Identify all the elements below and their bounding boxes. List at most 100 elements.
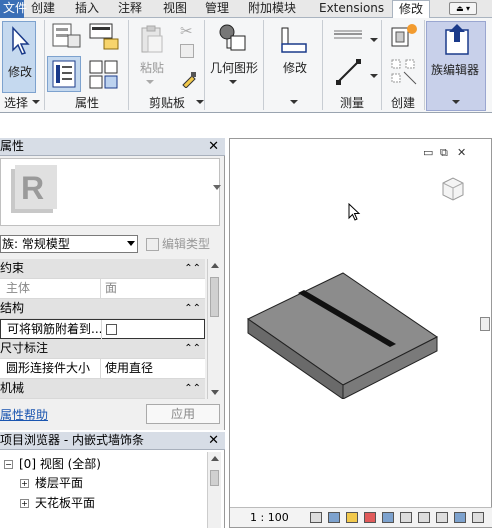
create-parts-icon[interactable]: [390, 58, 420, 89]
paste-icon: [138, 24, 166, 59]
tree-item-ceiling-plans[interactable]: + 天花板平面: [20, 494, 95, 511]
tab-create[interactable]: 创建: [31, 0, 55, 18]
apply-button[interactable]: 应用: [146, 404, 220, 424]
measure-dropdown-1[interactable]: [370, 38, 378, 42]
properties-toggle-button[interactable]: [47, 56, 81, 92]
close-icon[interactable]: ✕: [208, 138, 219, 155]
tab-insert[interactable]: 插入: [75, 0, 99, 18]
properties-help-link[interactable]: 属性帮助: [0, 406, 48, 423]
analysis-display-icon[interactable]: [472, 512, 484, 523]
tab-extensions[interactable]: Extensions: [319, 0, 384, 18]
category-structural[interactable]: 结构 ⌃⌃: [0, 299, 205, 319]
modify-panel-dropdown[interactable]: [290, 100, 298, 104]
copy-icon[interactable]: [180, 44, 194, 58]
measure-along-element-icon[interactable]: [334, 58, 364, 89]
scroll-thumb[interactable]: [480, 317, 490, 331]
category-constraints[interactable]: 约束 ⌃⌃: [0, 259, 205, 279]
scroll-down-icon[interactable]: [211, 390, 219, 395]
temporary-hide-icon[interactable]: [436, 512, 448, 523]
collapse-icon[interactable]: ⌃⌃: [184, 259, 201, 278]
ribbon: 修改 选择 属性 粘贴 ✂ 剪贴板 几何图形 修改 测量 创建 族编辑器: [0, 18, 492, 113]
tab-manage[interactable]: 管理: [205, 0, 229, 18]
property-row-rebar[interactable]: 可将钢筋附着到...: [0, 319, 205, 339]
shadows-icon[interactable]: [364, 512, 376, 523]
properties-grid: 约束 ⌃⌃ 主体 面 结构 ⌃⌃ 可将钢筋附着到... 尺寸标注 ⌃⌃ 圆形连接…: [0, 259, 205, 399]
modify-tools-button[interactable]: 修改: [283, 59, 307, 76]
generic-model-slab[interactable]: [246, 269, 446, 399]
properties-title: 属性: [0, 139, 25, 153]
properties-scrollbar[interactable]: [207, 259, 221, 399]
project-browser-scrollbar[interactable]: [207, 452, 221, 528]
collapse-icon[interactable]: ⌃⌃: [184, 299, 201, 318]
ribbon-minimize-dropdown[interactable]: ⏏ ▾: [449, 2, 477, 15]
scroll-thumb[interactable]: [210, 277, 219, 317]
sun-path-icon[interactable]: [346, 512, 358, 523]
measure-between-refs-icon[interactable]: [332, 28, 366, 45]
measure-dropdown-2[interactable]: [370, 74, 378, 78]
property-value[interactable]: [101, 320, 117, 339]
3d-view-window[interactable]: ▭ ⧉ ✕ 1 : 100: [229, 138, 492, 528]
cursor-arrow-icon: [12, 26, 30, 55]
modify-button[interactable]: [8, 26, 32, 61]
type-selector-value: 族: 常规模型: [2, 237, 70, 251]
family-editor-button[interactable]: 族编辑器: [431, 61, 479, 78]
expand-icon[interactable]: +: [20, 479, 29, 488]
tree-item-floor-plans[interactable]: + 楼层平面: [20, 474, 83, 491]
panel-separator: [322, 20, 323, 110]
unlock-3d-icon[interactable]: [418, 512, 430, 523]
tree-item-views[interactable]: − [0] 视图 (全部): [4, 455, 101, 472]
show-crop-icon[interactable]: [400, 512, 412, 523]
tab-view[interactable]: 视图: [163, 0, 187, 18]
select-panel-dropdown[interactable]: [32, 100, 40, 104]
view-scrollbar[interactable]: [479, 169, 491, 507]
edit-type-icon: [146, 238, 159, 251]
cut-icon[interactable]: ✂: [180, 22, 193, 40]
type-selector[interactable]: 族: 常规模型: [0, 235, 138, 253]
detail-level-icon[interactable]: [310, 512, 322, 523]
tree-item-label: [0] 视图 (全部): [19, 457, 101, 471]
view-scale[interactable]: 1 : 100: [250, 511, 289, 524]
expand-icon[interactable]: +: [20, 499, 29, 508]
panel-separator: [263, 20, 264, 110]
scroll-up-icon[interactable]: [211, 456, 219, 461]
clipboard-panel-dropdown[interactable]: [196, 100, 204, 104]
rebar-checkbox[interactable]: [106, 324, 117, 335]
family-editor-dropdown[interactable]: [452, 100, 460, 104]
crop-view-icon[interactable]: [382, 512, 394, 523]
tab-file[interactable]: 文件: [0, 0, 27, 18]
visual-style-icon[interactable]: [328, 512, 340, 523]
close-icon[interactable]: ✕: [457, 146, 466, 159]
type-properties-icon[interactable]: [50, 21, 82, 54]
reveal-hidden-icon[interactable]: [454, 512, 466, 523]
restore-icon[interactable]: ⧉: [440, 146, 448, 160]
category-label: 约束: [0, 261, 25, 275]
category-dimensions[interactable]: 尺寸标注 ⌃⌃: [0, 339, 205, 359]
category-mechanical[interactable]: 机械 ⌃⌃: [0, 379, 205, 399]
preview-dropdown-icon[interactable]: [213, 185, 221, 190]
close-icon[interactable]: ✕: [208, 432, 219, 449]
minimize-icon[interactable]: ▭: [423, 146, 433, 159]
collapse-icon[interactable]: −: [4, 460, 13, 469]
viewcube-icon[interactable]: [440, 175, 466, 203]
property-key: 圆形连接件大小: [6, 361, 91, 375]
family-category-icon[interactable]: [88, 58, 120, 93]
geometry-button[interactable]: 几何图形: [210, 59, 258, 76]
paste-button[interactable]: 粘贴: [140, 59, 164, 76]
tab-modify[interactable]: 修改: [392, 0, 431, 19]
collapse-icon[interactable]: ⌃⌃: [184, 339, 201, 358]
match-properties-icon[interactable]: [180, 70, 198, 91]
panel-separator: [44, 20, 45, 110]
paste-dropdown[interactable]: [146, 80, 154, 84]
collapse-icon[interactable]: ⌃⌃: [184, 379, 201, 398]
tab-addins[interactable]: 附加模块: [248, 0, 296, 18]
property-row-connector-size[interactable]: 圆形连接件大小 使用直径: [0, 359, 205, 379]
project-browser: 项目浏览器 - 内嵌式墙饰条 ✕ − [0] 视图 (全部) + 楼层平面 + 天花板…: [0, 432, 225, 528]
family-types-icon[interactable]: [88, 21, 120, 54]
tab-annotate[interactable]: 注释: [118, 0, 142, 18]
scroll-up-icon[interactable]: [211, 263, 219, 268]
scroll-thumb[interactable]: [210, 470, 219, 486]
geometry-dropdown[interactable]: [229, 80, 237, 84]
edit-type-button[interactable]: 编辑类型: [146, 235, 210, 252]
create-group-icon[interactable]: [390, 22, 420, 53]
property-value[interactable]: 使用直径: [100, 359, 153, 378]
